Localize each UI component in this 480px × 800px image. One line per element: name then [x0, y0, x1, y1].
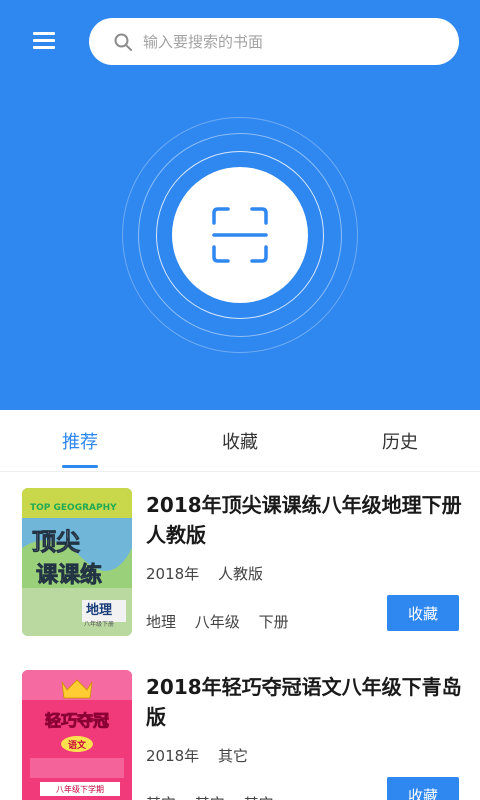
book-tag: 其它: [195, 795, 225, 800]
book-tags: 其它 其它 其它: [146, 793, 288, 800]
tab-recommend[interactable]: 推荐: [0, 410, 160, 471]
book-tag: 下册: [258, 613, 289, 631]
book-cover[interactable]: TOP GEOGRAPHY 顶尖 课课练 地理 八年级下册: [22, 488, 132, 636]
search-icon: [113, 31, 135, 53]
cover-subject: 语文: [68, 739, 87, 751]
favorite-button[interactable]: 收藏: [387, 777, 459, 800]
book-tag: 其它: [146, 795, 176, 800]
book-year: 2018年: [146, 747, 200, 765]
search-bar[interactable]: [89, 18, 459, 65]
book-publisher: 人教版: [217, 565, 263, 583]
book-title[interactable]: 2018年轻巧夺冠语文八年级下青岛版: [146, 672, 464, 732]
tab-favorites[interactable]: 收藏: [160, 410, 320, 471]
book-list: TOP GEOGRAPHY 顶尖 课课练 地理 八年级下册 2018年顶尖课课练…: [0, 472, 480, 800]
book-tag: 其它: [244, 795, 274, 800]
book-item[interactable]: 轻巧夺冠 语文 八年级下学期 2018年轻巧夺冠语文八年级下青岛版 2018年 …: [0, 654, 480, 800]
scan-button[interactable]: [172, 167, 308, 303]
book-title[interactable]: 2018年顶尖课课练八年级地理下册人教版: [146, 490, 464, 550]
cover-top-text: TOP GEOGRAPHY: [30, 503, 117, 513]
menu-icon[interactable]: [33, 30, 57, 52]
cover-edition: 八年级下学期: [56, 784, 104, 794]
tab-active-indicator: [62, 465, 98, 468]
cover-brand: 轻巧夺冠: [45, 711, 109, 730]
tab-bar: 推荐 收藏 历史: [0, 410, 480, 472]
book-cover[interactable]: 轻巧夺冠 语文 八年级下学期: [22, 670, 132, 800]
book-publisher: 其它: [217, 747, 248, 765]
tab-history-label: 历史: [382, 431, 418, 453]
cover-brand: 顶尖: [32, 528, 80, 556]
book-year: 2018年: [146, 565, 200, 583]
cover-subject: 地理: [86, 602, 112, 618]
cover-edition: 八年级下册: [84, 620, 114, 628]
favorite-button[interactable]: 收藏: [387, 595, 459, 631]
book-tag: 八年级: [194, 613, 240, 631]
tab-recommend-label: 推荐: [62, 431, 98, 453]
book-item[interactable]: TOP GEOGRAPHY 顶尖 课课练 地理 八年级下册 2018年顶尖课课练…: [0, 472, 480, 642]
scan-icon: [212, 207, 268, 263]
tab-history[interactable]: 历史: [320, 410, 480, 471]
search-input[interactable]: [143, 32, 413, 51]
tab-favorites-label: 收藏: [222, 431, 258, 453]
book-meta: 2018年 其它: [146, 745, 262, 766]
book-tag: 地理: [146, 613, 177, 631]
book-meta: 2018年 人教版: [146, 563, 277, 584]
scan-area: [122, 117, 358, 353]
header-banner: [0, 0, 480, 410]
cover-series: 课课练: [36, 562, 102, 588]
book-tags: 地理 八年级 下册: [146, 611, 303, 632]
